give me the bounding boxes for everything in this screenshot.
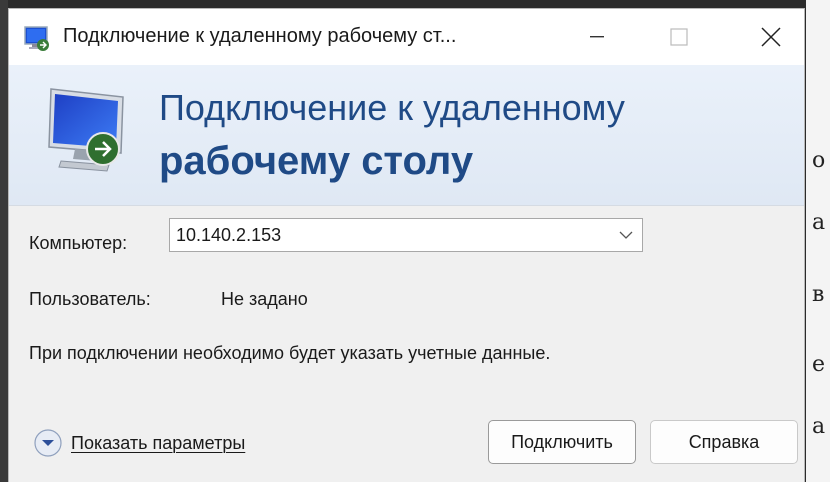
computer-label: Компьютер:: [29, 233, 128, 253]
show-options-label[interactable]: Показать параметры: [71, 433, 245, 454]
maximize-button[interactable]: [651, 9, 707, 65]
credentials-note: При подключении необходимо будет указать…: [29, 343, 551, 363]
maximize-icon: [670, 28, 688, 46]
remote-desktop-monitor-icon: [48, 88, 124, 172]
help-button[interactable]: Справка: [650, 420, 798, 464]
chevron-down-icon[interactable]: [618, 227, 634, 243]
minimize-icon: [590, 36, 604, 38]
user-label: Пользователь:: [29, 289, 151, 309]
remote-desktop-dialog: Подключение к удаленному рабочему ст...: [8, 8, 805, 482]
header-banner: Подключение к удаленному рабочему столу: [9, 65, 804, 206]
title-bar[interactable]: Подключение к удаленному рабочему ст...: [9, 9, 804, 65]
window-title: Подключение к удаленному рабочему ст...: [63, 25, 457, 47]
remote-desktop-app-icon: [24, 26, 49, 51]
user-value: Не задано: [221, 289, 308, 309]
expand-options-icon[interactable]: [33, 428, 63, 458]
background-window-edge: [0, 0, 8, 482]
connect-button[interactable]: Подключить: [488, 420, 636, 464]
background-text-char: a: [812, 414, 826, 439]
banner-title-line1: Подключение к удаленному: [159, 87, 625, 128]
computer-value: 10.140.2.153: [176, 225, 282, 245]
close-icon: [761, 27, 781, 47]
computer-combobox[interactable]: 10.140.2.153: [169, 218, 643, 252]
banner-title-line2: рабочему столу: [159, 139, 474, 183]
background-text-char: в: [812, 282, 825, 307]
background-text-char: o: [812, 148, 826, 173]
close-button[interactable]: [743, 9, 799, 65]
background-window: [806, 0, 830, 482]
background-text-char: e: [812, 352, 826, 377]
background-text-char: a: [812, 210, 826, 235]
minimize-button[interactable]: [569, 9, 625, 65]
show-options-toggle[interactable]: Показать параметры: [33, 427, 245, 459]
